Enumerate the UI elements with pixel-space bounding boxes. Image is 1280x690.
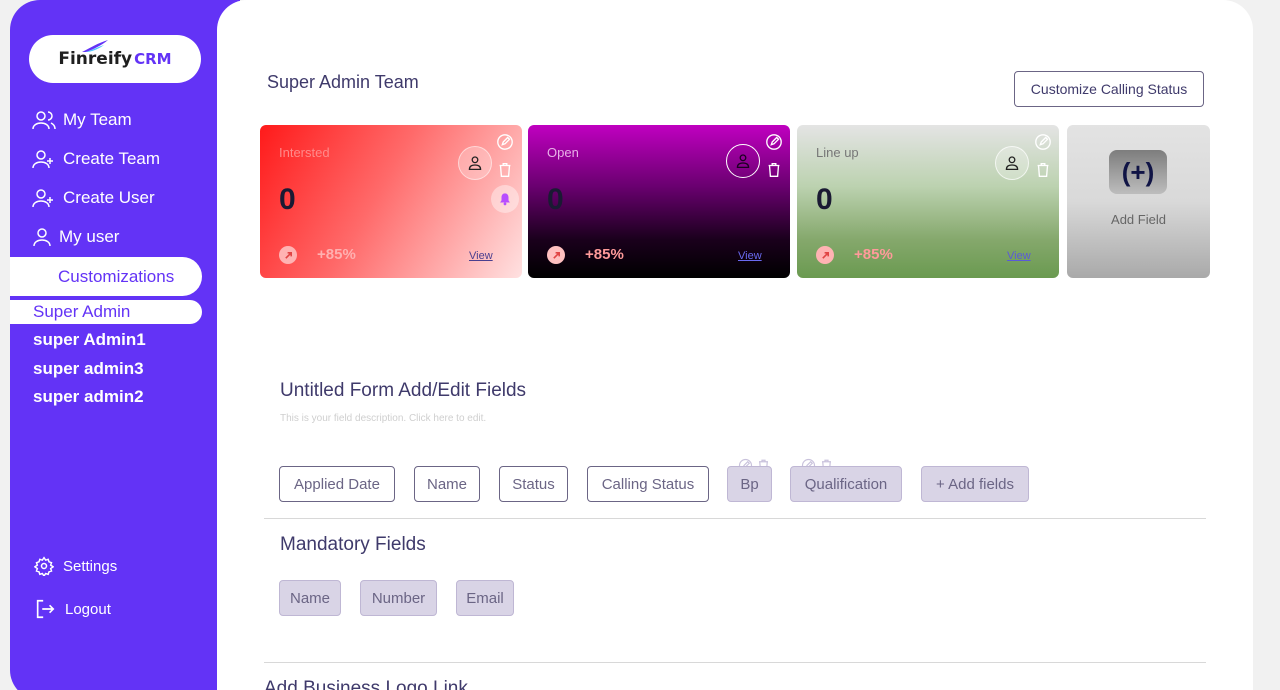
add-field-card[interactable]: (+) Add Field <box>1067 125 1210 278</box>
field-chip-applied-date[interactable]: Applied Date <box>279 466 395 502</box>
sidebar-item-customizations[interactable]: Customizations <box>10 257 202 296</box>
sidebar-item-label: My user <box>59 227 120 246</box>
business-logo-link-title: Add Business Logo Link <box>264 678 468 690</box>
add-user-icon <box>32 189 53 208</box>
trend-up-icon <box>547 246 565 264</box>
status-card-line-up[interactable]: Line up 0 +85% View <box>797 125 1059 278</box>
trend-up-icon <box>279 246 297 264</box>
field-chip-status[interactable]: Status <box>499 466 568 502</box>
bell-icon[interactable] <box>491 185 519 213</box>
form-title[interactable]: Untitled Form Add/Edit Fields <box>280 380 526 402</box>
card-count: 0 <box>816 183 833 216</box>
divider <box>264 662 1206 663</box>
logout-label: Logout <box>65 600 111 618</box>
trash-icon[interactable] <box>1034 161 1052 179</box>
form-description[interactable]: This is your field description. Click he… <box>280 413 486 424</box>
edit-icon[interactable] <box>496 133 514 151</box>
sidebar: Finreify CRM My Team Create Team Create U… <box>10 0 240 690</box>
sidebar-item-label: Create User <box>63 188 155 207</box>
field-chip-bp[interactable]: Bp <box>727 466 772 502</box>
user-icon <box>458 146 492 180</box>
card-label: Line up <box>816 145 859 160</box>
user-icon <box>995 146 1029 180</box>
sub-item-super-admin3[interactable]: super admin3 <box>33 359 144 379</box>
sidebar-item-my-team[interactable]: My Team <box>32 109 132 131</box>
status-card-open[interactable]: Open 0 +85% View <box>528 125 790 278</box>
card-view-link[interactable]: View <box>738 250 762 262</box>
card-count: 0 <box>279 183 296 216</box>
mandatory-chip-email: Email <box>456 580 514 616</box>
user-icon <box>726 144 760 178</box>
card-view-link[interactable]: View <box>469 250 493 262</box>
brand-suffix: CRM <box>134 50 172 68</box>
sub-item-super-admin2[interactable]: super admin2 <box>33 387 144 407</box>
card-count: 0 <box>547 183 564 216</box>
sidebar-item-create-team[interactable]: Create Team <box>32 148 160 170</box>
sidebar-item-create-user[interactable]: Create User <box>32 187 155 209</box>
add-fields-button[interactable]: + Add fields <box>921 466 1029 502</box>
wing-icon <box>82 40 109 52</box>
trash-icon[interactable] <box>496 161 514 179</box>
edit-icon[interactable] <box>765 133 783 151</box>
sidebar-item-my-user[interactable]: My user <box>32 226 119 248</box>
card-view-link[interactable]: View <box>1007 250 1031 262</box>
add-user-icon <box>32 150 53 169</box>
card-percent: +85% <box>854 246 893 263</box>
users-icon <box>32 111 56 130</box>
main-panel: Super Admin Team Customize Calling Statu… <box>217 0 1253 690</box>
sidebar-item-label: Create Team <box>63 149 161 168</box>
card-label: Intersted <box>279 145 330 160</box>
mandatory-fields-title: Mandatory Fields <box>280 534 426 555</box>
customize-calling-status-button[interactable]: Customize Calling Status <box>1014 71 1204 107</box>
status-card-intersted[interactable]: Intersted 0 +85% View <box>260 125 522 278</box>
field-chip-name[interactable]: Name <box>414 466 480 502</box>
settings-link[interactable]: Settings <box>34 556 117 576</box>
trash-icon[interactable] <box>765 161 783 179</box>
field-chip-qualification[interactable]: Qualification <box>790 466 902 502</box>
trend-up-icon <box>816 246 834 264</box>
settings-label: Settings <box>63 557 118 575</box>
sub-item-super-admin1[interactable]: super Admin1 <box>33 330 146 350</box>
mandatory-chip-name: Name <box>279 580 341 616</box>
field-chip-calling-status[interactable]: Calling Status <box>587 466 709 502</box>
mandatory-chip-number: Number <box>360 580 437 616</box>
add-field-label: Add Field <box>1111 212 1166 227</box>
sub-item-super-admin[interactable]: Super Admin <box>10 300 202 324</box>
page-title: Super Admin Team <box>267 72 419 92</box>
user-icon <box>33 228 51 247</box>
add-field-button[interactable]: (+) <box>1109 150 1167 194</box>
card-percent: +85% <box>317 246 356 263</box>
divider <box>264 518 1206 519</box>
card-label: Open <box>547 145 579 160</box>
logout-icon <box>36 599 55 619</box>
logout-link[interactable]: Logout <box>34 598 111 620</box>
edit-icon[interactable] <box>1034 133 1052 151</box>
gear-icon <box>34 556 54 576</box>
brand-logo[interactable]: Finreify CRM <box>29 35 201 83</box>
card-percent: +85% <box>585 246 624 263</box>
sidebar-item-label: My Team <box>63 110 132 129</box>
